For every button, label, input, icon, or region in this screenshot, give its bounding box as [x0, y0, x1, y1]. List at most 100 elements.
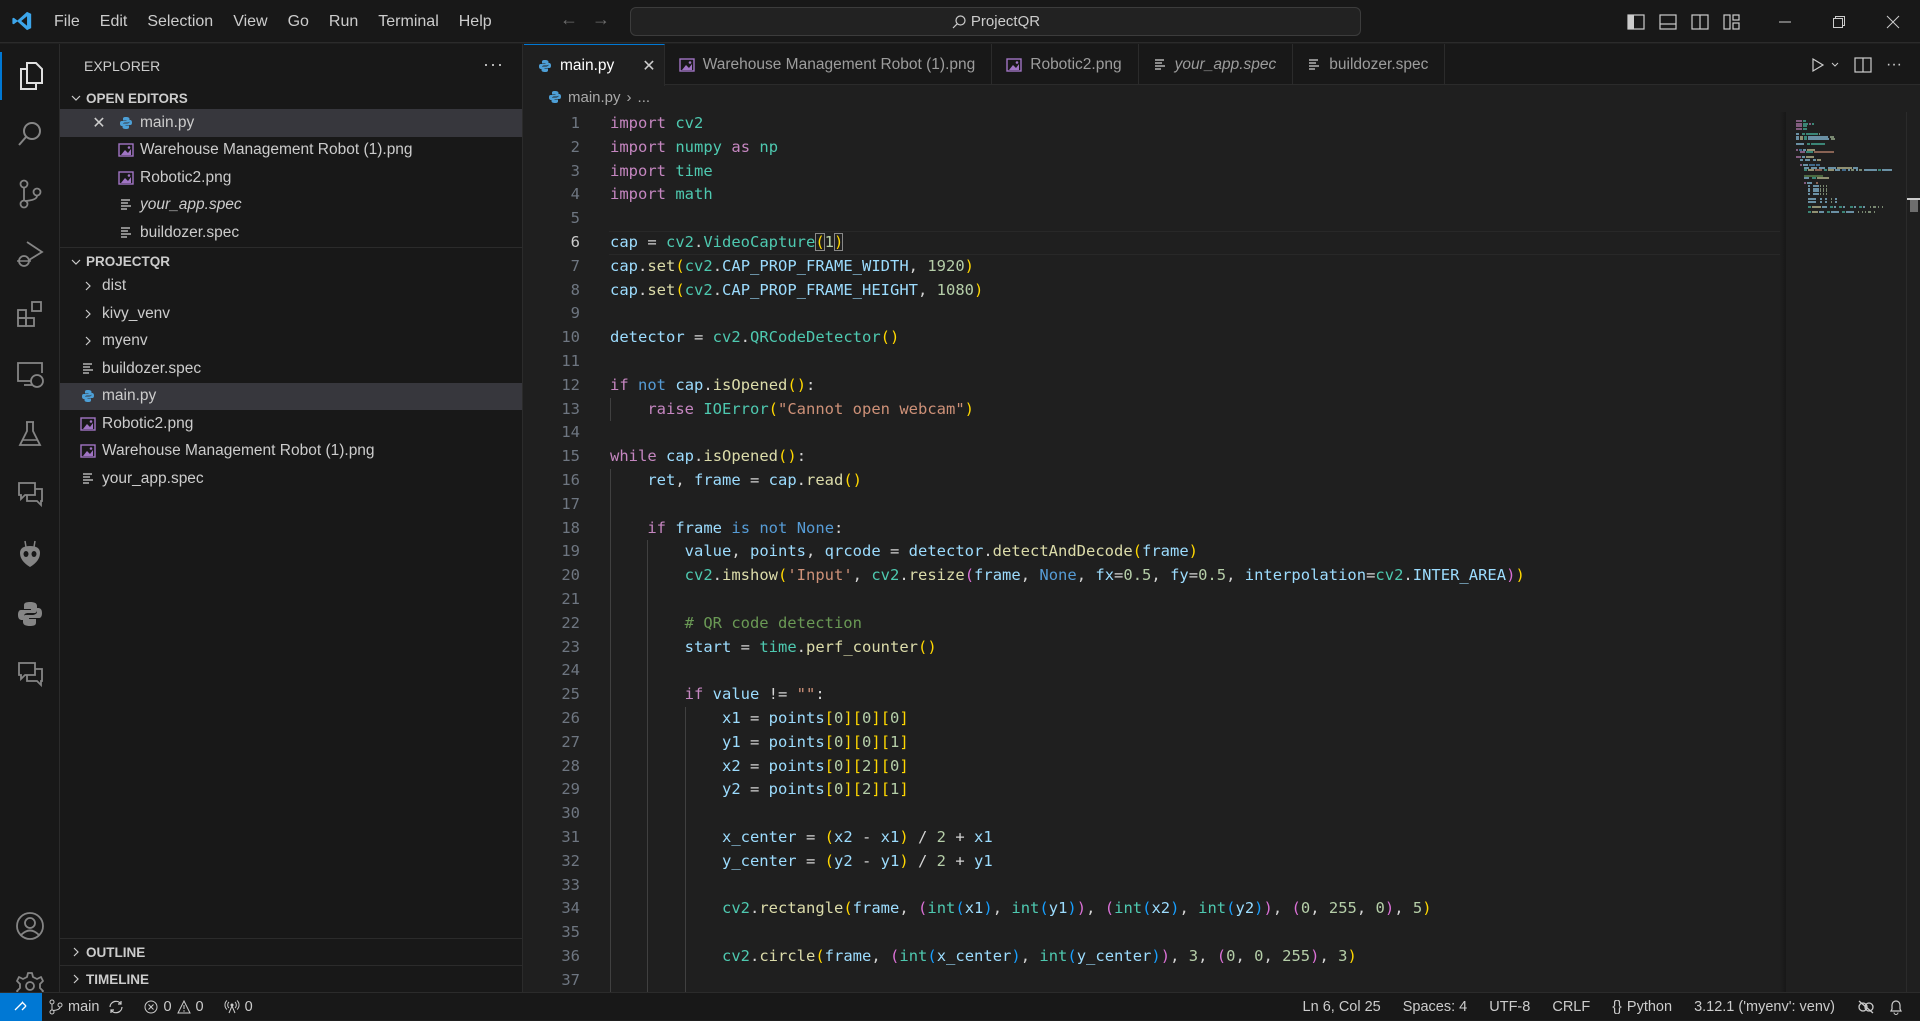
source-control-icon[interactable] — [0, 170, 60, 218]
language-mode[interactable]: {} Python — [1605, 993, 1679, 1021]
file-item[interactable]: Warehouse Management Robot (1).png — [60, 438, 522, 466]
toggle-primary-sidebar-icon[interactable] — [1620, 0, 1652, 43]
code-line[interactable]: 12 if not cap.isOpened(): — [524, 374, 1780, 398]
command-center-search[interactable]: ProjectQR — [630, 7, 1361, 36]
code-line[interactable]: 7 cap.set(cv2.CAP_PROP_FRAME_WIDTH, 1920) — [524, 255, 1780, 279]
split-editor-icon[interactable] — [1854, 56, 1872, 73]
forward-arrow-icon[interactable]: → — [592, 9, 610, 30]
chat-icon[interactable] — [0, 470, 60, 518]
code-line[interactable]: 36 cv2.circle(frame, (int(x_center), int… — [524, 945, 1780, 969]
code-line[interactable]: 6 cap = cv2.VideoCapture(1) — [524, 230, 1780, 255]
breadcrumb-symbol[interactable]: ... — [638, 89, 651, 106]
menu-file[interactable]: File — [44, 0, 90, 43]
code-line[interactable]: 16 ret, frame = cap.read() — [524, 469, 1780, 493]
menu-terminal[interactable]: Terminal — [368, 0, 448, 43]
timeline-header[interactable]: TIMELINE — [60, 965, 523, 992]
customize-layout-icon[interactable] — [1716, 0, 1748, 43]
menu-go[interactable]: Go — [278, 0, 319, 43]
code-line[interactable]: 25 if value != "": — [524, 683, 1780, 707]
testing-icon[interactable] — [0, 410, 60, 458]
vertical-scrollbar[interactable] — [1906, 112, 1920, 992]
open-editors-header[interactable]: OPEN EDITORS — [60, 87, 522, 109]
accounts-icon[interactable] — [0, 902, 60, 950]
open-editor-item[interactable]: ✕ main.py — [60, 109, 522, 137]
code-line[interactable]: 5 — [524, 207, 1780, 231]
code-line[interactable]: 33 — [524, 874, 1780, 898]
open-editor-item[interactable]: Warehouse Management Robot (1).png — [60, 137, 522, 165]
platformio-icon[interactable] — [0, 530, 60, 578]
code-line[interactable]: 32 y_center = (y2 - y1) / 2 + y1 — [524, 850, 1780, 874]
minimap[interactable] — [1780, 112, 1906, 992]
code-line[interactable]: 19 value, points, qrcode = detector.dete… — [524, 540, 1780, 564]
code-line[interactable]: 3 import time — [524, 160, 1780, 184]
notifications-bell-icon[interactable] — [1882, 993, 1910, 1021]
tab-main-py[interactable]: main.py ✕ — [524, 44, 665, 86]
close-tab-icon[interactable]: ✕ — [642, 56, 655, 76]
code-line[interactable]: 30 — [524, 802, 1780, 826]
restore-button[interactable] — [1816, 0, 1862, 43]
code-line[interactable]: 9 — [524, 302, 1780, 326]
code-editor[interactable]: 1 import cv2 2 import numpy as np 3 import ti… — [524, 112, 1780, 992]
search-icon[interactable] — [0, 110, 60, 158]
breadcrumb-file[interactable]: main.py — [568, 89, 621, 106]
indentation[interactable]: Spaces: 4 — [1396, 993, 1475, 1021]
file-item[interactable]: buildozer.spec — [60, 355, 522, 383]
code-line[interactable]: 27 y1 = points[0][0][1] — [524, 731, 1780, 755]
folder-item[interactable]: myenv — [60, 328, 522, 356]
close-icon[interactable]: ✕ — [88, 113, 110, 133]
toggle-secondary-sidebar-icon[interactable] — [1684, 0, 1716, 43]
code-line[interactable]: 22 # QR code detection — [524, 612, 1780, 636]
folder-item[interactable]: kivy_venv — [60, 300, 522, 328]
open-editor-item[interactable]: buildozer.spec — [60, 219, 522, 247]
code-line[interactable]: 13 raise IOError("Cannot open webcam") — [524, 398, 1780, 422]
minimize-button[interactable] — [1762, 0, 1808, 43]
code-line[interactable]: 18 if frame is not None: — [524, 517, 1780, 541]
code-line[interactable]: 1 import cv2 — [524, 112, 1780, 136]
code-line[interactable]: 23 start = time.perf_counter() — [524, 636, 1780, 660]
file-item[interactable]: main.py — [60, 382, 522, 410]
menu-help[interactable]: Help — [449, 0, 502, 43]
code-line[interactable]: 17 — [524, 493, 1780, 517]
code-line[interactable]: 2 import numpy as np — [524, 136, 1780, 160]
code-line[interactable]: 28 x2 = points[0][2][0] — [524, 755, 1780, 779]
explorer-icon[interactable] — [0, 52, 60, 100]
menu-run[interactable]: Run — [319, 0, 368, 43]
tab-your-app-spec[interactable]: your_app.spec — [1139, 44, 1294, 85]
file-item[interactable]: your_app.spec — [60, 465, 522, 493]
open-editor-item[interactable]: Robotic2.png — [60, 164, 522, 192]
copilot-disabled-icon[interactable] — [1850, 993, 1882, 1021]
code-line[interactable]: 20 cv2.imshow('Input', cv2.resize(frame,… — [524, 564, 1780, 588]
menu-view[interactable]: View — [223, 0, 277, 43]
menu-edit[interactable]: Edit — [90, 0, 138, 43]
code-line[interactable]: 34 cv2.rectangle(frame, (int(x1), int(y1… — [524, 897, 1780, 921]
open-editor-item[interactable]: your_app.spec — [60, 192, 522, 220]
code-line[interactable]: 8 cap.set(cv2.CAP_PROP_FRAME_HEIGHT, 1080… — [524, 279, 1780, 303]
code-line[interactable]: 37 — [524, 969, 1780, 992]
code-line[interactable]: 15 while cap.isOpened(): — [524, 445, 1780, 469]
run-python-file-icon[interactable] — [1810, 57, 1826, 73]
code-line[interactable]: 11 — [524, 350, 1780, 374]
more-actions-icon[interactable]: ··· — [1886, 56, 1902, 74]
encoding[interactable]: UTF-8 — [1482, 993, 1537, 1021]
comments-icon[interactable] — [0, 650, 60, 698]
code-line[interactable]: 14 — [524, 421, 1780, 445]
code-line[interactable]: 24 — [524, 659, 1780, 683]
toggle-panel-icon[interactable] — [1652, 0, 1684, 43]
menu-selection[interactable]: Selection — [137, 0, 223, 43]
tab-warehouse-management-robot-1-png[interactable]: Warehouse Management Robot (1).png — [665, 44, 993, 85]
tab-buildozer-spec[interactable]: buildozer.spec — [1293, 44, 1446, 85]
problems-status[interactable]: 0 0 — [137, 993, 210, 1021]
project-header[interactable]: PROJECTQR — [60, 251, 522, 273]
ports-status[interactable]: 0 — [217, 993, 260, 1021]
code-line[interactable]: 21 — [524, 588, 1780, 612]
code-line[interactable]: 10 detector = cv2.QRCodeDetector() — [524, 326, 1780, 350]
remote-explorer-icon[interactable] — [0, 350, 60, 398]
more-actions-icon[interactable]: ··· — [483, 54, 504, 75]
branch-status[interactable]: main — [42, 993, 131, 1021]
extensions-icon[interactable] — [0, 290, 60, 338]
tab-robotic2-png[interactable]: Robotic2.png — [992, 44, 1139, 85]
folder-item[interactable]: dist — [60, 273, 522, 301]
run-and-debug-icon[interactable] — [0, 230, 60, 278]
close-window-button[interactable] — [1870, 0, 1916, 43]
code-line[interactable]: 35 — [524, 921, 1780, 945]
